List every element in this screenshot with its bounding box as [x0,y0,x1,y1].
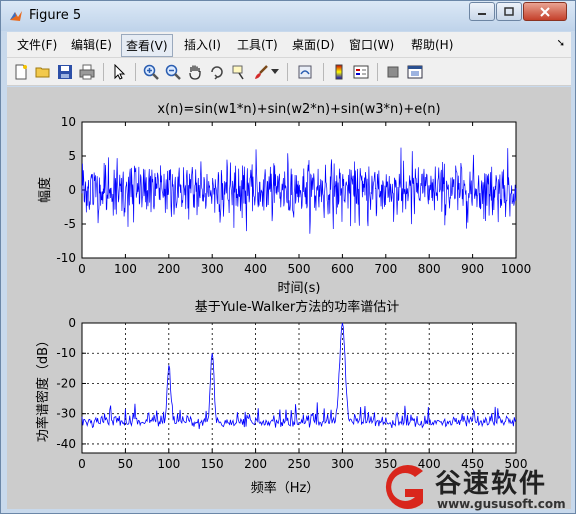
watermark-url: www.gususoft.com [437,497,566,511]
figure-canvas: x(n)=sin(w1*n)+sin(w2*n)+sin(w3*n)+e(n) … [7,87,571,509]
menu-insert[interactable]: 插入(I) [184,36,221,53]
signal-xtick-label: 0 [78,262,86,276]
zoom-out-icon[interactable] [163,62,183,82]
spectrum-xtick-label: 150 [201,457,224,471]
colorbar-icon[interactable] [329,62,349,82]
menu-bar: 文件(F) 编辑(E) 查看(V) 插入(I) 工具(T) 桌面(D) 窗口(W… [7,32,571,58]
window-title: Figure 5 [29,8,82,23]
toolbar-separator [287,63,288,81]
maximize-button[interactable] [496,2,522,21]
plots-svg: x(n)=sin(w1*n)+sin(w2*n)+sin(w3*n)+e(n) … [35,102,531,496]
signal-ytick-label: -10 [56,251,76,265]
spectrum-ytick-label: -20 [56,376,76,390]
menu-help[interactable]: 帮助(H) [411,36,453,53]
data-cursor-icon[interactable] [229,62,249,82]
spectrum-xtick-label: 0 [78,457,86,471]
menu-view[interactable]: 查看(V) [121,34,173,57]
spectrum-ytick-label: -40 [56,437,76,451]
signal-ytick-label: 5 [68,149,76,163]
toolbar-separator [135,63,136,81]
toolbar-separator [323,63,324,81]
print-icon[interactable] [77,62,97,82]
menu-dock-arrow-icon[interactable]: ➘ [557,38,565,49]
signal-xtick-label: 800 [418,262,441,276]
spectrum-ylabel: 功率谱密度（dB） [35,334,51,442]
spectrum-ytick-label: 0 [68,316,76,330]
pan-hand-icon[interactable] [185,62,205,82]
spectrum-xtick-label: 250 [288,457,311,471]
figure-toolbar [7,58,571,86]
brush-icon[interactable] [251,62,271,82]
new-figure-icon[interactable] [11,62,31,82]
rotate-3d-icon[interactable] [207,62,227,82]
spectrum-ytick-label: -30 [56,407,76,421]
select-arrow-icon[interactable] [109,62,129,82]
gusu-logo-icon [385,465,423,509]
zoom-in-icon[interactable] [141,62,161,82]
legend-icon[interactable] [351,62,371,82]
signal-ylabel: 幅度 [37,177,53,203]
menu-window[interactable]: 窗口(W) [349,36,394,53]
spectrum-xtick-label: 300 [331,457,354,471]
signal-xtick-label: 1000 [501,262,532,276]
menu-desktop[interactable]: 桌面(D) [292,36,335,53]
signal-xtick-label: 900 [461,262,484,276]
spectrum-xtick-label: 100 [157,457,180,471]
signal-xtick-label: 300 [201,262,224,276]
minimize-button[interactable] [469,2,495,21]
matlab-icon [10,11,22,21]
spectrum-title: 基于Yule-Walker方法的功率谱估计 [195,299,399,315]
signal-xtick-label: 700 [374,262,397,276]
toolbar-separator [103,63,104,81]
close-button[interactable] [523,2,567,21]
signal-ytick-label: 0 [68,183,76,197]
figure-window: Figure 5 文件(F) 编辑(E) 查看(V) 插入(I) 工具(T) 桌… [0,0,576,514]
signal-xtick-label: 400 [244,262,267,276]
menu-edit[interactable]: 编辑(E) [71,36,112,53]
signal-xtick-label: 600 [331,262,354,276]
show-plot-tools-icon[interactable] [405,62,425,82]
menu-tools[interactable]: 工具(T) [237,36,278,53]
signal-xlabel: 时间(s) [278,281,321,296]
spectrum-ytick-label: -10 [56,346,76,360]
signal-xtick-label: 100 [114,262,137,276]
toolbar-separator [377,63,378,81]
hide-plot-tools-icon[interactable] [383,62,403,82]
signal-ytick-label: 10 [61,115,76,129]
signal-axes[interactable]: x(n)=sin(w1*n)+sin(w2*n)+sin(w3*n)+e(n) … [37,102,531,296]
brush-dropdown-icon[interactable] [269,62,281,82]
open-file-icon[interactable] [33,62,53,82]
link-plot-icon[interactable] [295,62,315,82]
spectrum-xtick-label: 200 [244,457,267,471]
save-icon[interactable] [55,62,75,82]
title-bar[interactable]: Figure 5 [1,1,575,31]
signal-xtick-label: 200 [157,262,180,276]
spectrum-xtick-label: 50 [118,457,133,471]
spectrum-xlabel: 频率（Hz） [251,480,320,496]
signal-xtick-label: 500 [288,262,311,276]
maximize-icon [504,7,514,16]
watermark: 谷速软件 www.gususoft.com [379,461,575,513]
signal-title: x(n)=sin(w1*n)+sin(w2*n)+sin(w3*n)+e(n) [157,102,440,117]
minimize-icon [478,12,486,15]
watermark-title: 谷速软件 [435,469,548,499]
menu-file[interactable]: 文件(F) [17,36,57,53]
close-icon [540,6,550,17]
signal-ytick-label: -5 [64,217,76,231]
